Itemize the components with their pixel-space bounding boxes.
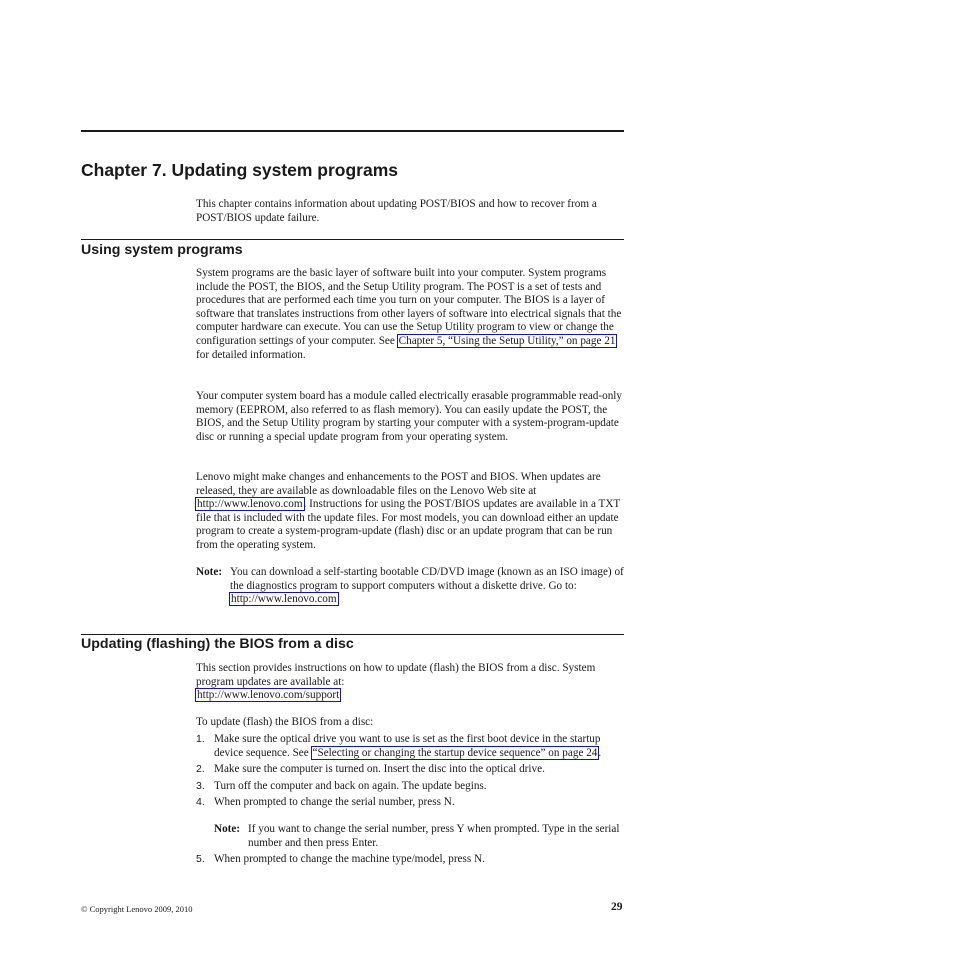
step4-note: Note: If you want to change the serial n…: [214, 822, 620, 849]
chapter-top-rule: [81, 130, 624, 132]
note-label: Note:: [214, 822, 241, 835]
section2-lead: To update (flash) the BIOS from a disc:: [196, 716, 374, 728]
section1-rule: [81, 239, 624, 240]
lenovo-diagnostics-link[interactable]: http://www.lenovo.com: [229, 592, 339, 607]
footer-copyright: © Copyright Lenovo 2009, 2010: [81, 904, 193, 914]
list-item: 3. Turn off the computer and back on aga…: [196, 779, 487, 792]
note-label: Note:: [196, 566, 223, 578]
setup-utility-chapter-link[interactable]: Chapter 5, “Using the Setup Utility,” on…: [396, 333, 618, 348]
chapter-title: Chapter 7. Updating system programs: [81, 160, 399, 180]
section1-para1: System programs are the basic layer of s…: [196, 267, 622, 361]
section1-note: Note: You can download a self-starting b…: [196, 566, 624, 607]
startup-sequence-link[interactable]: “Selecting or changing the startup devic…: [310, 745, 600, 760]
lenovo-website-link[interactable]: http://www.lenovo.com: [195, 497, 305, 512]
list-item: 5. When prompted to change the machine t…: [196, 853, 485, 866]
list-item: 1. Make sure the optical drive you want …: [196, 733, 602, 760]
section1-heading: Using system programs: [81, 242, 243, 258]
list-item: 2. Make sure the computer is turned on. …: [196, 763, 545, 776]
section1-para2: Your computer system board has a module …: [196, 390, 623, 443]
section2-rule: [81, 634, 624, 635]
chapter-intro: This chapter contains information about …: [196, 198, 597, 224]
list-item: 4. When prompted to change the serial nu…: [196, 796, 455, 809]
section2-heading: Updating (flashing) the BIOS from a disc: [81, 636, 354, 652]
section2-intro: This section provides instructions on ho…: [194, 662, 596, 703]
page-number: 29: [611, 901, 623, 913]
lenovo-support-link[interactable]: http://www.lenovo.com/support: [194, 688, 342, 703]
section1-para3: Lenovo might make changes and enhancemen…: [195, 471, 621, 551]
update-steps-list: 1. Make sure the optical drive you want …: [196, 733, 626, 870]
